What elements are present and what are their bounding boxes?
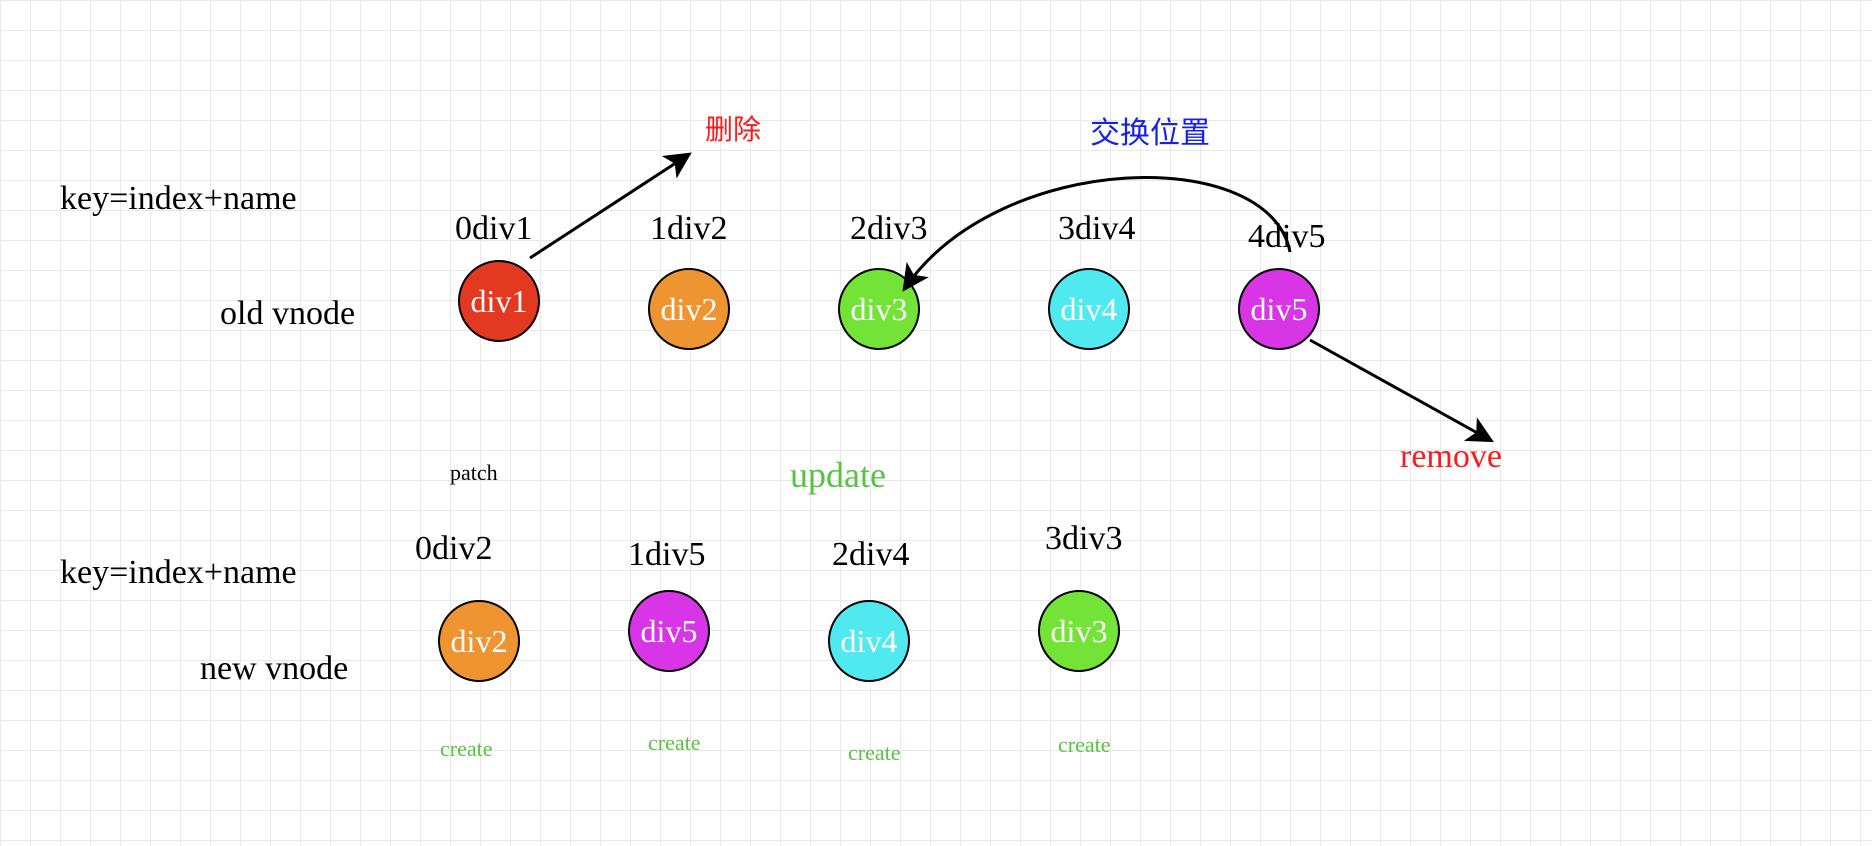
new-node-div4-text: div4 <box>841 623 898 660</box>
new-node-div4: div4 <box>828 600 910 682</box>
new-key-0: 0div2 <box>415 530 492 568</box>
old-key-1: 1div2 <box>650 210 727 248</box>
new-node-div5-text: div5 <box>641 613 698 650</box>
old-key-2: 2div3 <box>850 210 927 248</box>
new-sub-1: create <box>648 730 701 756</box>
old-vnode-label: old vnode <box>220 295 355 333</box>
update-label: update <box>790 454 886 496</box>
new-key-3: 3div3 <box>1045 520 1122 558</box>
new-key-2: 2div4 <box>832 536 909 574</box>
old-node-div2-text: div2 <box>661 291 718 328</box>
new-sub-3: create <box>1058 732 1111 758</box>
old-node-div3-text: div3 <box>851 291 908 328</box>
old-node-div5-text: div5 <box>1251 291 1308 328</box>
new-node-div2: div2 <box>438 600 520 682</box>
swap-label: 交换位置 <box>1090 108 1210 152</box>
key-formula-top: key=index+name <box>60 180 297 218</box>
old-node-div1: div1 <box>458 260 540 342</box>
patch-label: patch <box>450 460 498 486</box>
new-node-div3: div3 <box>1038 590 1120 672</box>
old-node-div4-text: div4 <box>1061 291 1118 328</box>
delete-label: 删除 <box>705 108 761 148</box>
new-key-1: 1div5 <box>628 536 705 574</box>
old-node-div5: div5 <box>1238 268 1320 350</box>
new-node-div2-text: div2 <box>451 623 508 660</box>
old-key-0: 0div1 <box>455 210 532 248</box>
old-key-3: 3div4 <box>1058 210 1135 248</box>
new-node-div3-text: div3 <box>1051 613 1108 650</box>
old-node-div1-text: div1 <box>471 283 528 320</box>
old-node-div4: div4 <box>1048 268 1130 350</box>
new-node-div5: div5 <box>628 590 710 672</box>
new-sub-0: create <box>440 736 493 762</box>
remove-label: remove <box>1400 438 1502 476</box>
old-node-div2: div2 <box>648 268 730 350</box>
new-sub-2: create <box>848 740 901 766</box>
old-node-div3: div3 <box>838 268 920 350</box>
key-formula-bottom: key=index+name <box>60 554 297 592</box>
new-vnode-label: new vnode <box>200 650 348 688</box>
old-key-4: 4div5 <box>1248 218 1325 256</box>
diagram-arrows <box>0 0 1872 846</box>
